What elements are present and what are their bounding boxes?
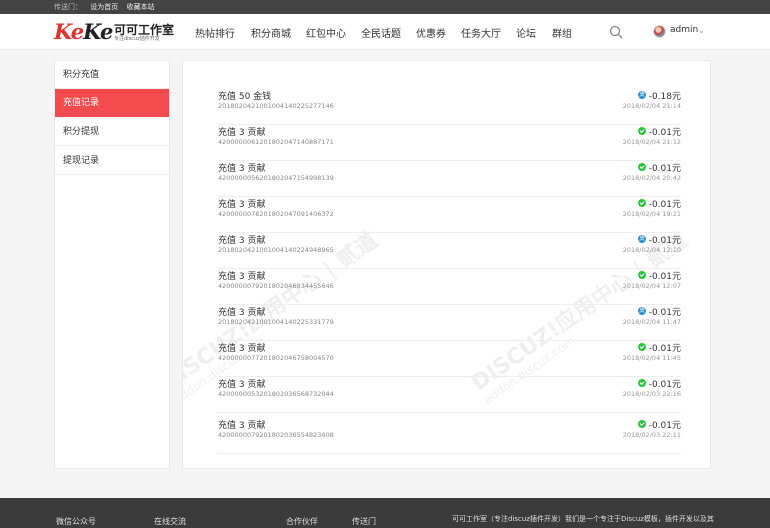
top-bar: 传送门： 设为首页 收藏本站 — [0, 0, 770, 14]
set-homepage-link[interactable]: 设为首页 — [90, 3, 118, 11]
record-time: 2018/02/04 19:21 — [622, 210, 681, 218]
record-amount: -0.01元 — [637, 418, 681, 431]
recharge-record-list: DISCUZ!应用中心 | 贰道 addon.discuz.com DISCUZ… — [182, 60, 711, 469]
record-amount: -0.01元 — [637, 305, 681, 318]
record-time: 2018/02/04 20:42 — [622, 174, 681, 182]
nav-item-groups[interactable]: 群组 — [552, 25, 572, 40]
record-title: 充值 50 金钱 — [218, 92, 272, 102]
record-amount: -0.01元 — [637, 125, 681, 138]
alipay-icon — [637, 234, 646, 243]
record-row: 充值 50 金钱 2018020421001004140225277146 -0… — [217, 89, 681, 125]
record-order-id: 2018020421001004140225277146 — [218, 102, 334, 110]
record-order-id: 4200000079201802036554823408 — [218, 431, 334, 439]
record-row: 充值 3 贡献 2018020421001004140225331779 -0.… — [217, 305, 681, 341]
record-order-id: 4200000056201802047154998139 — [218, 174, 334, 182]
record-amount: -0.18元 — [637, 89, 681, 102]
wechat-pay-icon — [637, 199, 646, 207]
record-amount: -0.01元 — [637, 377, 681, 390]
record-order-id: 4200000053201802036568732044 — [218, 390, 334, 398]
record-amount: -0.01元 — [637, 233, 681, 246]
record-title: 充值 3 贡献 — [218, 272, 266, 282]
footer-about: 可可工作室（专注discuz插件开发）我们是一个专注于Discuz模板，插件开发… — [452, 515, 714, 523]
alipay-icon — [637, 306, 646, 315]
site-footer: 微信公众号 在线交流 合作伙伴 传送门 可可工作室（专注discuz插件开发）我… — [0, 498, 770, 528]
record-row: 充值 3 贡献 4200000053201802036568732044 -0.… — [217, 377, 681, 413]
record-amount: -0.01元 — [637, 341, 681, 354]
record-amount: -0.01元 — [637, 161, 681, 174]
record-order-id: 4200000079201802046834455646 — [218, 282, 334, 290]
record-title: 充值 3 贡献 — [218, 200, 266, 210]
wechat-pay-icon — [637, 379, 646, 387]
wechat-pay-icon — [637, 127, 646, 135]
record-time: 2018/02/04 12:07 — [622, 282, 681, 290]
record-time: 2018/02/03 22:16 — [622, 390, 681, 398]
sidebar-item-recharge-records[interactable]: 充值记录 — [55, 89, 169, 117]
record-time: 2018/02/04 12:10 — [622, 246, 681, 254]
record-amount: -0.01元 — [637, 269, 681, 282]
footer-portal[interactable]: 传送门 — [352, 516, 376, 527]
logo-mark: KeKe — [54, 19, 113, 44]
nav-item-hot-posts[interactable]: 热帖排行 — [195, 25, 235, 40]
record-row: 充值 3 贡献 4200000078201802047091406372 -0.… — [217, 197, 681, 233]
record-time: 2018/02/03 22:11 — [622, 431, 681, 439]
record-order-id: 2018020421001004140224948965 — [218, 246, 334, 254]
wechat-pay-icon — [637, 343, 646, 351]
wechat-pay-icon — [637, 163, 646, 171]
record-row: 充值 3 贡献 4200000077201802046758004570 -0.… — [217, 341, 681, 377]
record-title: 充值 3 贡献 — [218, 236, 266, 246]
site-header: KeKe 可可工作室 专注discuz插件开发 热帖排行 积分商城 红包中心 全… — [0, 14, 770, 50]
record-title: 充值 3 贡献 — [218, 421, 266, 431]
record-row: 充值 3 贡献 2018020421001004140224948965 -0.… — [217, 233, 681, 269]
record-order-id: 4200000077201802046758004570 — [218, 354, 334, 362]
footer-partners[interactable]: 合作伙伴 — [286, 516, 318, 527]
record-row: 充值 3 贡献 4200000061201802047140887171 -0.… — [217, 125, 681, 161]
sidebar-item-points-recharge[interactable]: 积分充值 — [55, 61, 169, 89]
avatar — [653, 25, 666, 38]
record-time: 2018/02/04 11:45 — [622, 354, 681, 362]
wechat-pay-icon — [637, 420, 646, 428]
nav-item-red-packet[interactable]: 红包中心 — [306, 25, 346, 40]
record-order-id: 4200000078201802047091406372 — [218, 210, 334, 218]
nav-item-coupons[interactable]: 优惠券 — [416, 25, 446, 40]
nav-item-points-mall[interactable]: 积分商城 — [251, 25, 291, 40]
record-row: 充值 3 贡献 4200000079201802046834455646 -0.… — [217, 269, 681, 305]
record-row: 充值 3 贡献 4200000056201802047154998139 -0.… — [217, 161, 681, 197]
record-time: 2018/02/04 21:12 — [622, 138, 681, 146]
record-row: 充值 3 贡献 4200000079201802036554823408 -0.… — [217, 418, 681, 454]
record-title: 充值 3 贡献 — [218, 344, 266, 354]
record-amount: -0.01元 — [637, 197, 681, 210]
footer-wechat-account[interactable]: 微信公众号 — [56, 516, 96, 527]
logo-subtitle: 专注discuz插件开发 — [114, 36, 160, 42]
alipay-icon — [637, 90, 646, 99]
nav-item-topics[interactable]: 全民话题 — [361, 25, 401, 40]
nav-item-task-hall[interactable]: 任务大厅 — [461, 25, 501, 40]
record-title: 充值 3 贡献 — [218, 164, 266, 174]
record-title: 充值 3 贡献 — [218, 308, 266, 318]
record-title: 充值 3 贡献 — [218, 128, 266, 138]
sidebar-item-withdraw-records[interactable]: 提现记录 — [55, 147, 169, 175]
record-time: 2018/02/04 11:47 — [622, 318, 681, 326]
record-order-id: 4200000061201802047140887171 — [218, 138, 334, 146]
portal-label: 传送门： — [54, 3, 82, 11]
sidebar: 积分充值 充值记录 积分提现 提现记录 — [54, 60, 170, 469]
wechat-pay-icon — [637, 271, 646, 279]
search-icon[interactable] — [609, 25, 623, 39]
nav-item-forum[interactable]: 论坛 — [516, 25, 536, 40]
sidebar-item-points-withdraw[interactable]: 积分提现 — [55, 118, 169, 146]
record-time: 2018/02/04 21:14 — [622, 102, 681, 110]
chevron-down-icon: ⌄ — [698, 26, 705, 35]
footer-online-chat[interactable]: 在线交流 — [154, 516, 186, 527]
record-title: 充值 3 贡献 — [218, 380, 266, 390]
record-order-id: 2018020421001004140225331779 — [218, 318, 334, 326]
bookmark-link[interactable]: 收藏本站 — [126, 3, 154, 11]
username: admin — [670, 25, 699, 35]
